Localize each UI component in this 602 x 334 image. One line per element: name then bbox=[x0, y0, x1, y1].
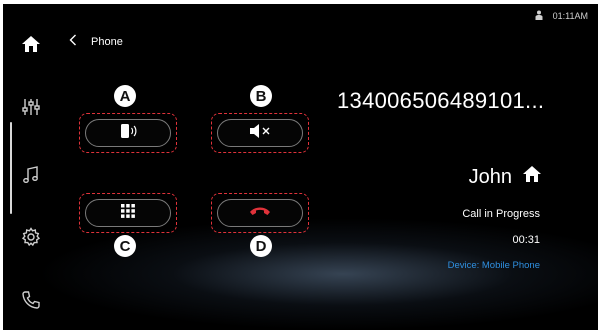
home-icon[interactable] bbox=[17, 30, 45, 58]
music-note-icon[interactable] bbox=[17, 161, 45, 189]
header: Phone bbox=[69, 34, 123, 49]
person-icon bbox=[535, 10, 543, 22]
gear-icon[interactable] bbox=[17, 223, 45, 251]
phone-icon[interactable] bbox=[17, 286, 45, 314]
hang-up-icon bbox=[248, 204, 272, 222]
chevron-left-icon[interactable] bbox=[69, 34, 77, 49]
mute-button[interactable] bbox=[211, 113, 309, 153]
contact-row: John bbox=[469, 165, 542, 189]
call-duration: 00:31 bbox=[512, 234, 540, 246]
audio-transfer-button[interactable] bbox=[79, 113, 177, 153]
annotation-badge-a: A bbox=[114, 85, 136, 107]
clock-time: 01:11AM bbox=[552, 11, 588, 21]
end-call-pill[interactable] bbox=[217, 199, 303, 227]
phone-sound-icon bbox=[117, 123, 139, 144]
annotation-badge-c: C bbox=[114, 235, 136, 257]
keypad-pill[interactable] bbox=[85, 199, 171, 227]
device-label: Device: Mobile Phone bbox=[447, 260, 540, 271]
audio-transfer-pill[interactable] bbox=[85, 119, 171, 147]
sliders-icon[interactable] bbox=[17, 93, 45, 121]
contact-name: John bbox=[468, 165, 512, 188]
page-title: Phone bbox=[91, 35, 123, 48]
keypad-button[interactable] bbox=[79, 193, 177, 233]
annotation-badge-b: B bbox=[250, 85, 272, 107]
home-icon bbox=[522, 165, 542, 189]
phone-screen: 01:11AM Phone A B C D 134006506489101...… bbox=[3, 4, 598, 330]
keypad-icon bbox=[120, 203, 136, 224]
mute-pill[interactable] bbox=[217, 119, 303, 147]
call-status: Call in Progress bbox=[462, 208, 540, 220]
end-call-button[interactable] bbox=[211, 193, 309, 233]
sidebar-scroll-indicator bbox=[10, 122, 12, 214]
caller-number: 134006506489101... bbox=[337, 88, 545, 113]
status-bar: 01:11AM bbox=[535, 10, 588, 22]
sidebar bbox=[3, 4, 59, 330]
annotation-badge-d: D bbox=[250, 235, 272, 257]
mute-speaker-icon bbox=[248, 123, 272, 144]
